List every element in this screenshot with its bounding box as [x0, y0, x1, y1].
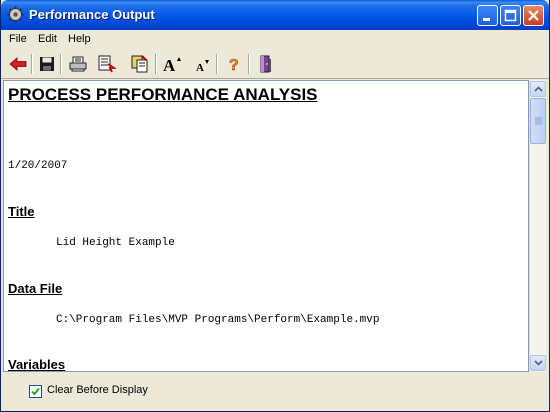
clear-before-display-label[interactable]: Clear Before Display	[47, 384, 148, 396]
maximize-icon	[504, 9, 517, 22]
clear-before-display-checkbox[interactable]	[29, 385, 42, 398]
menu-edit[interactable]: Edit	[38, 33, 57, 45]
minimize-button[interactable]	[477, 5, 498, 26]
svg-text:A: A	[196, 62, 204, 73]
print-button[interactable]	[67, 53, 89, 75]
toolbar-separator	[31, 54, 33, 74]
back-arrow-icon	[9, 57, 27, 71]
options-bar: Clear Before Display	[1, 373, 549, 411]
chevron-up-icon	[533, 86, 543, 92]
exit-button[interactable]	[255, 53, 277, 75]
title-bar[interactable]: Performance Output	[1, 0, 549, 30]
help-button[interactable]: ?	[223, 53, 245, 75]
report-date: 1/20/2007	[8, 160, 68, 172]
toolbar: A A ?	[1, 51, 549, 79]
title-section-value: Lid Height Example	[56, 237, 175, 249]
toolbar-separator	[248, 54, 250, 74]
help-icon: ?	[229, 57, 239, 73]
svg-text:A: A	[163, 56, 176, 73]
menu-file[interactable]: File	[9, 33, 27, 45]
scroll-thumb[interactable]	[530, 98, 546, 144]
save-button[interactable]	[36, 53, 58, 75]
toolbar-separator	[60, 54, 62, 74]
copy-button[interactable]	[129, 53, 151, 75]
variables-section-heading: Variables	[8, 357, 66, 372]
svg-text:?: ?	[229, 57, 239, 73]
font-smaller-icon: A	[196, 60, 209, 73]
toolbar-separator	[216, 54, 218, 74]
vertical-scrollbar[interactable]	[529, 80, 546, 372]
exit-door-icon	[260, 55, 271, 73]
font-larger-icon: A	[163, 56, 181, 73]
scroll-down-button[interactable]	[530, 355, 546, 371]
performance-output-window: Performance Output File Edit Help A A ? …	[0, 0, 550, 412]
font-smaller-button[interactable]: A	[192, 53, 214, 75]
back-button[interactable]	[7, 53, 29, 75]
report-output-area[interactable]: PROCESS PERFORMANCE ANALYSIS 1/20/2007 T…	[3, 80, 529, 372]
data-file-section-heading: Data File	[8, 281, 63, 296]
print-preview-button[interactable]	[96, 53, 118, 75]
minimize-icon	[483, 18, 490, 21]
font-larger-button[interactable]: A	[161, 53, 183, 75]
close-icon	[528, 10, 539, 21]
grip-icon	[534, 117, 542, 125]
maximize-button[interactable]	[500, 5, 521, 26]
window-title: Performance Output	[29, 7, 155, 22]
copy-icon	[131, 55, 148, 73]
checkmark-icon	[31, 387, 40, 396]
gear-icon	[7, 6, 24, 23]
print-preview-icon	[98, 55, 116, 73]
save-icon	[40, 57, 54, 71]
chevron-down-icon	[533, 360, 543, 366]
scroll-up-button[interactable]	[530, 81, 546, 97]
menu-help[interactable]: Help	[68, 33, 91, 45]
data-file-path: C:\Program Files\MVP Programs\Perform\Ex…	[56, 314, 380, 326]
close-button[interactable]	[523, 5, 544, 26]
toolbar-separator	[155, 54, 157, 74]
print-icon	[69, 56, 87, 72]
menu-bar: File Edit Help	[1, 30, 549, 48]
report-title: PROCESS PERFORMANCE ANALYSIS	[8, 85, 318, 104]
title-section-heading: Title	[8, 204, 35, 219]
